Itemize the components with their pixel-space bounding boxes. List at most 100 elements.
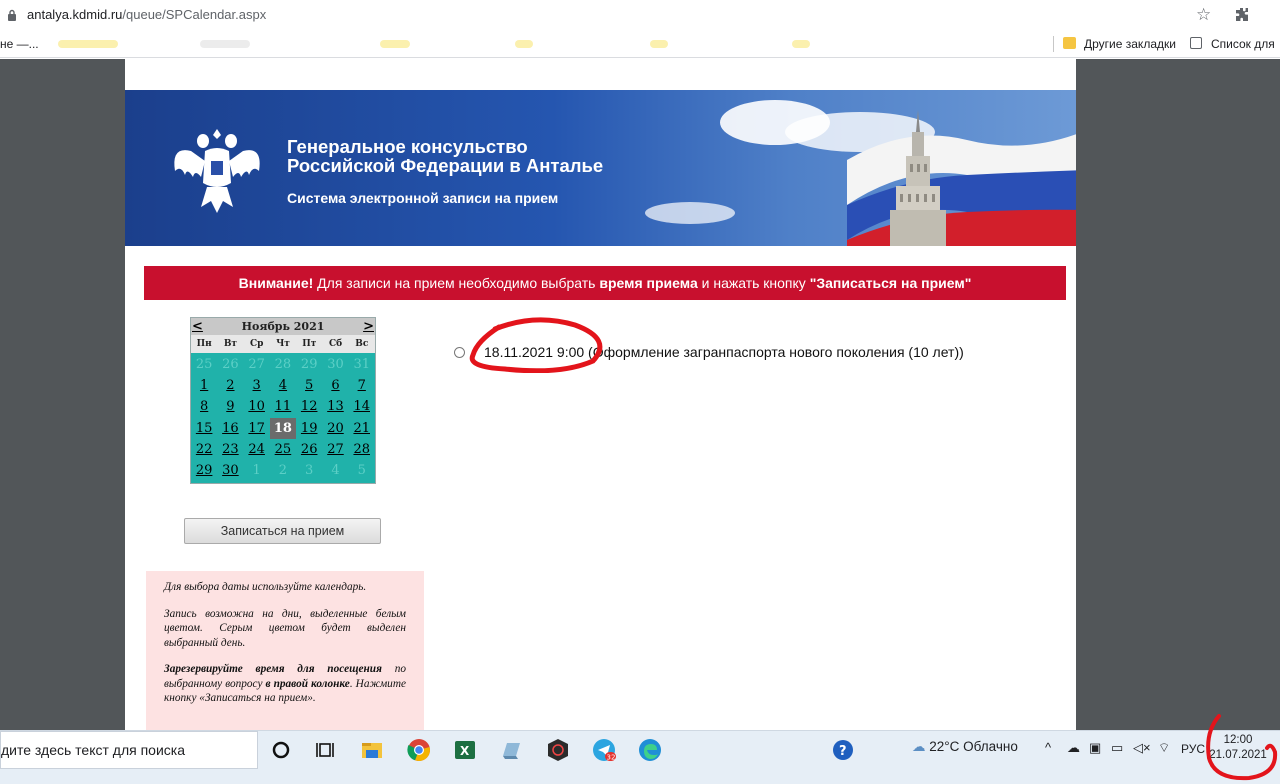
- calendar-day-other-month: 30: [327, 357, 344, 372]
- language-indicator[interactable]: РУС: [1181, 742, 1205, 756]
- calendar-days-grid: 25 26 27 28 29 30 31 1 2 3 4 5 6 7 8 9 10 11 12 13 14 15 16 17 1…: [191, 354, 375, 481]
- app-icon[interactable]: [546, 738, 570, 762]
- weekday-label: Вт: [223, 339, 238, 349]
- coat-of-arms-eagle-icon: [174, 129, 260, 213]
- other-bookmarks-button[interactable]: Другие закладки: [1084, 37, 1176, 51]
- taskbar-search-box[interactable]: дите здесь текст для поиска: [0, 731, 258, 769]
- url-text[interactable]: antalya.kdmid.ru/queue/SPCalendar.aspx: [27, 7, 266, 22]
- notes-app-icon[interactable]: [499, 738, 523, 762]
- calendar-day[interactable]: 21: [349, 418, 375, 439]
- reading-list-icon: [1190, 37, 1202, 49]
- calendar-day[interactable]: 28: [349, 439, 375, 460]
- help-icon[interactable]: ?: [831, 738, 855, 762]
- folder-icon: [1063, 37, 1076, 49]
- browser-address-bar[interactable]: antalya.kdmid.ru/queue/SPCalendar.aspx ☆: [0, 0, 1280, 30]
- weekday-label: Пн: [196, 339, 212, 349]
- calendar-day[interactable]: 6: [322, 375, 348, 396]
- weather-widget[interactable]: ☁ 22°C Облачно: [912, 739, 1018, 755]
- calendar-day[interactable]: 22: [191, 439, 217, 460]
- calendar-day[interactable]: 25: [270, 439, 296, 460]
- divider: [1053, 36, 1054, 52]
- calendar-day[interactable]: 5: [296, 375, 322, 396]
- system-subtitle: Система электронной записи на прием: [287, 190, 559, 206]
- chevron-up-icon[interactable]: ^: [1045, 740, 1051, 755]
- calendar-day-other-month: 31: [353, 357, 370, 372]
- consulate-title: Генеральное консульство Российской Федер…: [287, 136, 604, 176]
- calendar-day-other-month: 26: [222, 357, 239, 372]
- calendar-day[interactable]: 27: [322, 439, 348, 460]
- blurred-bookmark: [650, 40, 668, 48]
- calendar-day[interactable]: 9: [217, 396, 243, 417]
- edge-icon[interactable]: [638, 738, 662, 762]
- reading-list-button[interactable]: Список для: [1211, 37, 1275, 51]
- page-content: Генеральное консульство Российской Федер…: [125, 59, 1076, 730]
- header-banner: Генеральное консульство Российской Федер…: [125, 90, 1076, 246]
- svg-text:?: ?: [839, 744, 847, 759]
- weekday-label: Сб: [328, 339, 343, 349]
- calendar-day[interactable]: 1: [191, 375, 217, 396]
- calendar-day[interactable]: 4: [270, 375, 296, 396]
- calendar-day[interactable]: 30: [217, 460, 243, 481]
- calendar-day[interactable]: 14: [349, 396, 375, 417]
- time-slot-label[interactable]: 18.11.2021 9:00 (Оформление загранпаспор…: [484, 344, 964, 360]
- cloud-drive-icon[interactable]: ☁: [1067, 740, 1080, 756]
- calendar-month-title: Ноябрь 2021: [241, 320, 325, 333]
- task-view-icon[interactable]: [313, 738, 337, 762]
- tray-app-icon[interactable]: ▣: [1089, 740, 1101, 756]
- calendar-day[interactable]: 3: [244, 375, 270, 396]
- calendar-day-other-month: 3: [305, 462, 314, 478]
- calendar-day[interactable]: 24: [244, 439, 270, 460]
- calendar-day-other-month: 2: [278, 462, 288, 478]
- calendar-day[interactable]: 26: [296, 439, 322, 460]
- page-viewport: Генеральное консульство Российской Федер…: [0, 59, 1280, 730]
- calendar-day[interactable]: 11: [270, 396, 296, 417]
- chrome-icon[interactable]: [407, 738, 431, 762]
- cortana-icon[interactable]: [269, 738, 293, 762]
- svg-text:X: X: [460, 744, 470, 758]
- svg-text:32: 32: [607, 754, 616, 762]
- calendar-day-other-month: 27: [248, 357, 265, 372]
- file-explorer-icon[interactable]: [360, 738, 384, 762]
- weekday-label: Пт: [302, 339, 317, 349]
- system-clock[interactable]: 12:00 21.07.2021: [1208, 733, 1268, 763]
- calendar-day-other-month: 25: [195, 357, 213, 372]
- excel-icon[interactable]: X: [453, 738, 477, 762]
- book-appointment-button[interactable]: Записаться на прием: [184, 518, 381, 544]
- wifi-icon[interactable]: ⌔: [1158, 740, 1170, 756]
- calendar-day[interactable]: 19: [296, 418, 322, 439]
- calendar-day-other-month: 4: [331, 462, 340, 478]
- calendar-day[interactable]: 12: [296, 396, 322, 417]
- calendar-day[interactable]: 20: [322, 418, 348, 439]
- calendar-day[interactable]: 29: [191, 460, 217, 481]
- calendar-day-other-month: 1: [252, 462, 261, 478]
- calendar-day-other-month: 5: [357, 462, 366, 478]
- calendar-day[interactable]: 13: [322, 396, 348, 417]
- instruction-text: Запись возможна на дни, выделенные белым…: [164, 607, 406, 649]
- calendar-day[interactable]: 15: [191, 418, 217, 439]
- bookmark-item[interactable]: не —...: [0, 37, 39, 51]
- blurred-bookmark: [515, 40, 533, 48]
- telegram-icon[interactable]: 32: [592, 738, 616, 762]
- calendar-day[interactable]: 2: [217, 375, 243, 396]
- next-month-link[interactable]: >: [363, 319, 374, 334]
- bookmark-star-icon[interactable]: ☆: [1196, 5, 1211, 25]
- calendar-day[interactable]: 23: [217, 439, 243, 460]
- calendar-day[interactable]: 17: [244, 418, 270, 439]
- weekday-header: Пн Вт Ср Чт Пт Сб Вс: [191, 335, 375, 353]
- calendar-day[interactable]: 8: [191, 396, 217, 417]
- time-slot-radio[interactable]: [454, 347, 465, 358]
- speaker-muted-icon[interactable]: ◁×: [1133, 740, 1151, 756]
- russian-flag-image: [847, 134, 1076, 246]
- blurred-bookmark: [200, 40, 250, 48]
- calendar-day-selected[interactable]: 18: [269, 417, 297, 439]
- building-tower-image: [890, 110, 946, 246]
- instructions-box: Для выбора даты используйте календарь. З…: [146, 571, 424, 730]
- screen: { "browser": { "url_host": "antalya.kdmi…: [0, 0, 1280, 784]
- calendar-day[interactable]: 16: [217, 418, 243, 439]
- extensions-puzzle-icon[interactable]: [1234, 7, 1250, 23]
- calendar-day[interactable]: 7: [349, 375, 375, 396]
- instruction-text: Зарезервируйте время для посещения по вы…: [164, 663, 406, 704]
- calendar-day[interactable]: 10: [244, 396, 270, 417]
- battery-icon[interactable]: ▭: [1111, 740, 1123, 756]
- blurred-bookmark: [58, 40, 118, 48]
